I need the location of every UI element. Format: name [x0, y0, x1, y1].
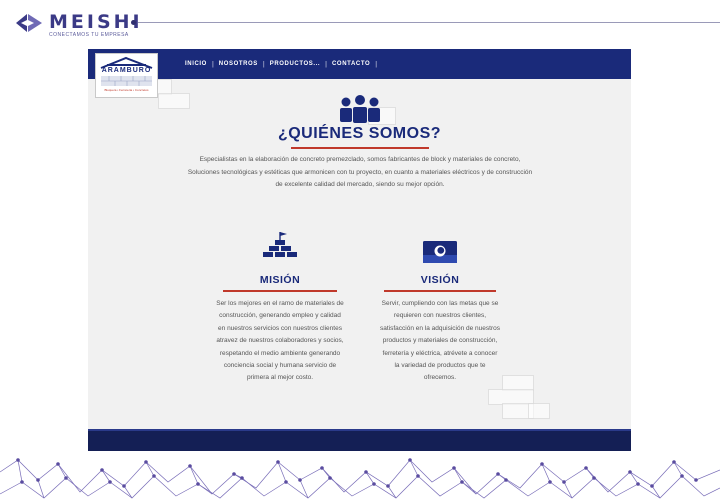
mission-title: MISIÓN: [259, 274, 301, 286]
people-group-icon: [340, 95, 380, 123]
brand-name: MEISHI: [49, 11, 143, 33]
header-dot: [131, 20, 136, 25]
brand-logo: MEISHI CONECTAMOS TU EMPRESA: [14, 12, 143, 38]
bg-tile: [528, 403, 550, 419]
about-text: Especialistas en la elaboración de concr…: [187, 156, 533, 188]
nav-item-contacto[interactable]: CONTACTO: [327, 61, 375, 67]
vision-text: Servir, cumpliendo con las metas que se …: [380, 300, 500, 382]
about-title: ¿QUIÉNES SOMOS?: [277, 125, 442, 142]
site-navbar: INICIO | NOSOTROS | PRODUCTOS... | CONTA…: [88, 49, 631, 79]
logo-name: ARAMBURO: [101, 67, 152, 74]
site-logo[interactable]: ARAMBURO Bloquera • Ferreteria • Concret…: [95, 53, 158, 98]
network-pattern: [0, 458, 720, 499]
vision-title: VISIÓN: [420, 274, 460, 286]
bg-tile: [158, 93, 190, 109]
site-footer: [88, 431, 631, 451]
nav-item-productos[interactable]: PRODUCTOS...: [265, 61, 325, 67]
nav-separator: |: [262, 60, 265, 68]
nav-separator: |: [325, 60, 327, 68]
nav-separator: |: [211, 60, 214, 68]
vision-title-underline: [384, 290, 496, 292]
brand-mark-icon: [16, 14, 42, 32]
nav-item-nosotros[interactable]: NOSOTROS: [214, 61, 263, 67]
brick-wall-flag-icon: [263, 232, 297, 257]
mission-title-underline: [223, 290, 337, 292]
eye-card-icon: [423, 241, 457, 263]
brand-tagline: CONECTAMOS TU EMPRESA: [49, 32, 129, 38]
website-screenshot: INICIO | NOSOTROS | PRODUCTOS... | CONTA…: [88, 49, 631, 451]
mission-text: Ser los mejores en el ramo de materiales…: [216, 300, 344, 382]
nav-item-inicio[interactable]: INICIO: [180, 61, 212, 67]
about-title-underline: [291, 147, 429, 149]
logo-subtitle: Bloquera • Ferreteria • Concretos: [104, 88, 149, 92]
nav-separator: |: [375, 60, 378, 68]
nav-menu: INICIO | NOSOTROS | PRODUCTOS... | CONTA…: [180, 49, 377, 79]
brick-pattern-icon: [101, 76, 152, 86]
header-divider: [138, 22, 720, 23]
